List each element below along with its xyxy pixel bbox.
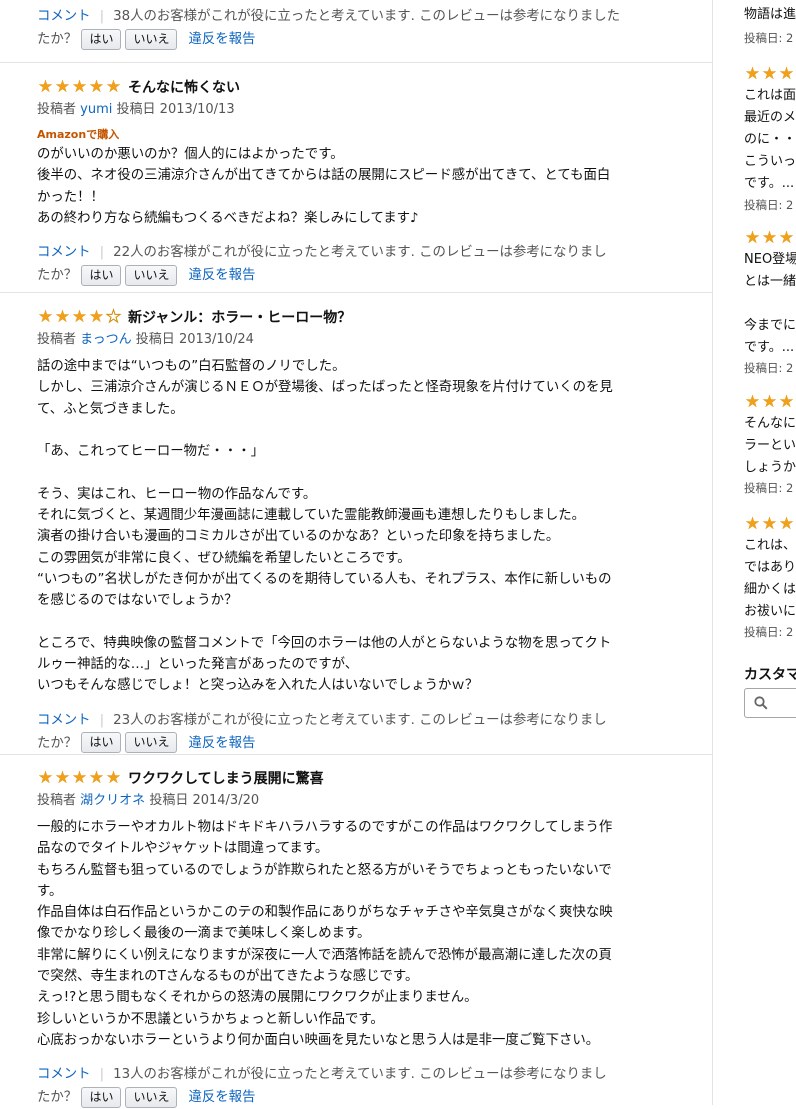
sidebar-snippet-line: しょうか [744, 460, 796, 475]
sidebar-snippet-line: こういっ [744, 154, 796, 169]
sidebar-snippet-line: 物語は進 [744, 7, 796, 22]
review-body: 話の途中までは“いつもの”白石監督のノリでした。 しかし、三浦涼介さんが演じるＮ… [37, 359, 613, 694]
helpful-text-cont: たか？ [37, 268, 78, 284]
comment-link[interactable]: コメント [37, 713, 91, 728]
review-footer: コメント | 13人のお客様がこれが役に立ったと考えています. このレビューは参考に… [37, 1063, 677, 1109]
star-rating: ★ ★ ★ ★ ★ [37, 768, 122, 788]
review-meta: 投稿者 湖クリオネ 投稿日 2014/3/20 [37, 793, 260, 808]
star-filled-icon: ★ [37, 307, 54, 327]
helpful-no-button[interactable]: いいえ [125, 264, 178, 286]
review-item: コメント | 38人のお客様がこれが役に立ったと考えています. このレビューは参考に… [37, 5, 677, 51]
star-rating: ★ ★ ★ ★ ★ [37, 307, 122, 328]
comment-link[interactable]: コメント [37, 245, 91, 260]
review-item: ★ ★ ★ ★ ★ そんなに怖くない 投稿者 yumi 投稿日 2013/10/13 A… [37, 76, 677, 287]
review-title[interactable]: 新ジャンル：ホラー・ヒーロー物？ [128, 307, 351, 327]
helpful-yes-button[interactable]: はい [81, 732, 122, 754]
helpful-text: 22人のお客様がこれが役に立ったと考えています. このレビューは参考になりまし [113, 245, 607, 261]
report-abuse-link[interactable]: 違反を報告 [188, 736, 255, 751]
review-search-input[interactable] [744, 688, 796, 718]
review-title[interactable]: ワクワクしてしまう展開に驚喜 [128, 768, 324, 788]
review-date: 2014/3/20 [192, 793, 260, 808]
review-footer: コメント | 23人のお客様がこれが役に立ったと考えています. このレビューは参考に… [37, 709, 677, 755]
review-footer: コメント | 38人のお客様がこれが役に立ったと考えています. このレビューは参考に… [37, 5, 677, 51]
star-filled-icon: ★ [54, 307, 71, 327]
reviews-column: コメント | 38人のお客様がこれが役に立ったと考えています. このレビューは参考に… [0, 0, 713, 1108]
sidebar-snippet-line: ではあり [744, 560, 796, 575]
sidebar-star-rating: ★ ★ ★ [744, 228, 795, 248]
star-filled-icon: ★ [37, 77, 54, 97]
star-filled-icon: ★ [71, 307, 88, 327]
sidebar-review-date: 投稿日: 2 [744, 625, 794, 639]
star-filled-icon: ★ [88, 307, 105, 327]
helpful-text-cont: たか？ [37, 1090, 78, 1106]
sidebar-snippet-line: 今までに [744, 318, 796, 333]
star-filled-icon: ★ [88, 768, 105, 788]
report-abuse-link[interactable]: 違反を報告 [188, 268, 255, 283]
sidebar-snippet-line: です。... [744, 340, 795, 355]
star-filled-icon: ★ [88, 77, 105, 97]
sidebar-snippet-line: です。... [744, 176, 795, 191]
sidebar-review-date: 投稿日: 2 [744, 361, 794, 375]
sidebar-snippet-line: 細かくは [744, 582, 796, 597]
review-divider [0, 754, 712, 755]
author-link[interactable]: yumi [80, 102, 112, 117]
sidebar-review-date: 投稿日: 2 [744, 481, 794, 495]
helpful-no-button[interactable]: いいえ [125, 28, 178, 50]
author-link[interactable]: 湖クリオネ [80, 793, 145, 808]
review-meta: 投稿者 まっつん 投稿日 2013/10/24 [37, 332, 254, 347]
star-filled-icon: ★ [71, 77, 88, 97]
helpful-yes-button[interactable]: はい [81, 28, 122, 50]
comment-link[interactable]: コメント [37, 1067, 91, 1082]
star-filled-icon: ★ [71, 768, 88, 788]
sidebar-snippet-line: 最近のメ [744, 110, 796, 125]
helpful-text-cont: たか？ [37, 32, 78, 47]
verified-purchase-badge: Amazonで購入 [37, 128, 120, 141]
review-item: ★ ★ ★ ★ ★ 新ジャンル：ホラー・ヒーロー物？ 投稿者 まっつん 投稿日 2013… [37, 306, 677, 755]
star-filled-icon: ★ [54, 77, 71, 97]
sidebar-review-date: 投稿日: 2 [744, 31, 794, 45]
helpful-text: 23人のお客様がこれが役に立ったと考えています. このレビューは参考になりまし [113, 712, 607, 728]
review-item: ★ ★ ★ ★ ★ ワクワクしてしまう展開に驚喜 投稿者 湖クリオネ 投稿日 2014/… [37, 767, 677, 1109]
helpful-yes-button[interactable]: はい [81, 264, 122, 286]
sidebar-snippet-line: そんなに [744, 416, 796, 431]
sidebar-star-rating: ★ ★ ★ [744, 514, 795, 534]
star-rating: ★ ★ ★ ★ ★ [37, 77, 122, 97]
review-meta: 投稿者 yumi 投稿日 2013/10/13 [37, 102, 235, 117]
helpful-no-button[interactable]: いいえ [125, 732, 178, 754]
review-date: 2013/10/13 [159, 102, 235, 117]
comment-link[interactable]: コメント [37, 9, 91, 24]
sidebar-star-rating: ★ ★ ★ [744, 392, 795, 412]
sidebar-snippet-line: のに・・ [744, 132, 796, 147]
sidebar-snippet-line: ラーとい [744, 438, 796, 453]
star-filled-icon: ★ [105, 768, 122, 788]
star-filled-icon: ★ [54, 768, 71, 788]
helpful-text-cont: たか？ [37, 735, 78, 751]
review-title[interactable]: そんなに怖くない [128, 77, 240, 97]
sidebar-snippet-line: とは一緒 [744, 274, 796, 289]
helpful-text: 38人のお客様がこれが役に立ったと考えています. このレビューは参考になりました [113, 9, 621, 24]
report-abuse-link[interactable]: 違反を報告 [188, 1090, 255, 1105]
star-filled-icon: ★ [37, 768, 54, 788]
star-filled-icon: ★ [105, 77, 122, 97]
sidebar-snippet-line: NEO登場 [744, 252, 796, 267]
helpful-text: 13人のお客様がこれが役に立ったと考えています. このレビューは参考になりまし [113, 1067, 607, 1083]
star-empty-icon: ★ [105, 307, 122, 328]
report-abuse-link[interactable]: 違反を報告 [188, 32, 255, 47]
sidebar-snippet-line: お祓いに [744, 604, 796, 619]
review-date: 2013/10/24 [178, 332, 254, 347]
author-link[interactable]: まっつん [80, 332, 131, 347]
sidebar-snippet-line: これは面 [744, 88, 796, 103]
review-body: のがいいのか悪いのか？個人的にはよかったです。 後半の、ネオ役の三浦涼介さんが出… [37, 147, 611, 226]
sidebar-snippet-line: これは、 [744, 538, 796, 553]
sidebar-review-date: 投稿日: 2 [744, 198, 794, 212]
search-icon [754, 696, 768, 710]
review-body: 一般的にホラーやオカルト物はドキドキハラハラするのですがこの作品はワクワクしてし… [37, 820, 613, 1048]
sidebar-star-rating: ★ ★ ★ [744, 64, 795, 84]
top-reviews-sidebar: 物語は進 投稿日: 2 ★ ★ ★ これは面 最近のメ のに・・ こういっ です。.… [744, 0, 796, 1105]
customer-reviews-search-heading: カスタマ [744, 667, 796, 683]
review-divider [0, 292, 712, 293]
review-divider [0, 62, 712, 63]
review-footer: コメント | 22人のお客様がこれが役に立ったと考えています. このレビューは参考に… [37, 241, 677, 287]
